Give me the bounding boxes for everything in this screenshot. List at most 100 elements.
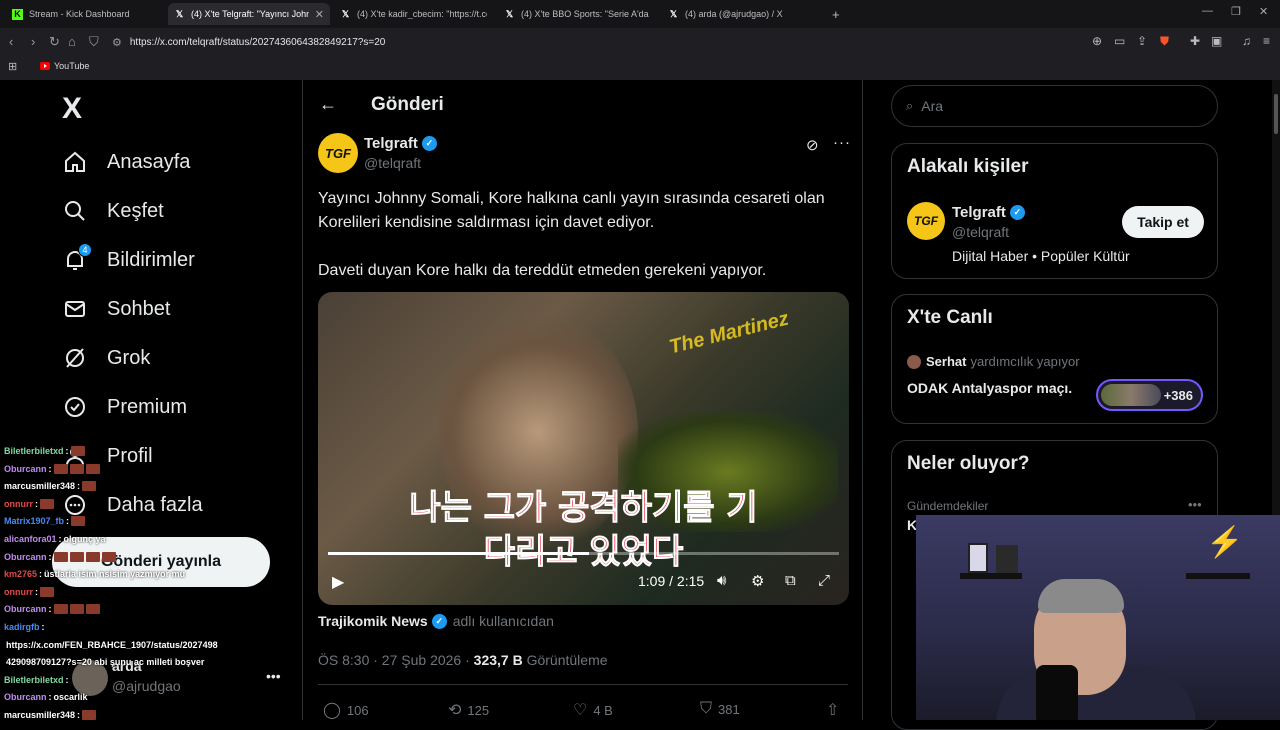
- media-icon[interactable]: ♫: [1242, 34, 1251, 48]
- pip-icon[interactable]: ⧉: [785, 572, 796, 589]
- chat-username[interactable]: km2765: [4, 569, 37, 579]
- sidebar-item-home[interactable]: Anasayfa: [62, 142, 190, 182]
- site-settings-icon[interactable]: ⚙: [112, 36, 122, 49]
- sidebar-toggle-icon[interactable]: ▣: [1211, 34, 1222, 48]
- grok-explain-icon[interactable]: ⊘: [806, 136, 819, 154]
- chat-emote-icon: [40, 499, 54, 509]
- chat-emote-icon: [82, 710, 97, 720]
- bookmark-youtube[interactable]: YouTube: [40, 61, 89, 71]
- bell-icon: 4: [62, 243, 92, 273]
- share-icon[interactable]: ⇪: [1137, 34, 1147, 48]
- chat-username[interactable]: Oburcann: [4, 604, 47, 614]
- author-avatar[interactable]: TGF: [318, 133, 358, 173]
- chat-username[interactable]: onnurr: [4, 499, 33, 509]
- related-name-row[interactable]: Telgraft ✓: [952, 204, 1025, 221]
- verified-badge-icon: ✓: [421, 136, 437, 151]
- tab-kick[interactable]: K Stream - Kick Dashboard: [6, 3, 166, 25]
- chat-username[interactable]: Oburcann: [4, 692, 47, 702]
- chat-username[interactable]: marcusmiller348: [4, 710, 75, 720]
- scrollbar-thumb[interactable]: [1274, 94, 1278, 134]
- apps-grid-icon[interactable]: ⊞: [8, 60, 17, 73]
- microphone: [1036, 665, 1078, 720]
- share-icon: ⇧: [826, 702, 840, 719]
- chat-username[interactable]: onnurr: [4, 587, 33, 597]
- reply-button[interactable]: ◯ 106: [323, 700, 369, 720]
- maximize-icon[interactable]: ❐: [1231, 5, 1241, 18]
- sidebar-item-notifications[interactable]: 4 Bildirimler: [62, 240, 195, 280]
- avatar[interactable]: TGF: [907, 202, 945, 240]
- live-card[interactable]: X'te Canlı Serhat yardımcılık yapıyor ODA…: [891, 294, 1218, 424]
- author-name-row[interactable]: Telgraft ✓: [364, 135, 437, 152]
- tab-arda[interactable]: 𝕏 (4) arda (@ajrudgao) / X: [662, 3, 822, 25]
- bookmark-button[interactable]: ⛉ 381: [700, 700, 740, 718]
- x-logo[interactable]: X: [62, 92, 82, 126]
- settings-icon[interactable]: ⚙: [751, 572, 764, 590]
- tab-bbo[interactable]: 𝕏 (4) X'te BBO Sports: "Serie A'da belki: [498, 3, 658, 25]
- search-input[interactable]: ⌕ Ara: [891, 85, 1218, 127]
- home-browser-icon[interactable]: ⌂: [68, 34, 76, 49]
- verified-icon: [62, 394, 88, 420]
- x-icon: 𝕏: [505, 8, 514, 19]
- video-progress-bar[interactable]: [328, 552, 839, 555]
- wall-frame: [968, 543, 988, 573]
- close-window-icon[interactable]: ✕: [1259, 5, 1268, 18]
- minimize-icon[interactable]: —: [1202, 5, 1213, 17]
- zoom-icon[interactable]: ⊕: [1092, 34, 1102, 48]
- close-tab-icon[interactable]: ✕: [309, 8, 324, 21]
- post-paragraph: Daveti duyan Kore halkı da tereddüt etme…: [318, 262, 767, 279]
- chat-message: onnurr:: [4, 587, 54, 597]
- chat-message: onnurr:: [4, 499, 54, 509]
- chat-username[interactable]: Matrix1907_fb: [4, 516, 64, 526]
- forward-icon[interactable]: ›: [31, 34, 35, 49]
- repost-button[interactable]: ⟲ 125: [448, 700, 489, 720]
- sidebar-item-premium[interactable]: Premium: [62, 387, 187, 427]
- sidebar-item-chat[interactable]: Sohbet: [62, 289, 170, 329]
- related-name: Telgraft: [952, 204, 1006, 221]
- tab-telgraft[interactable]: 𝕏 (4) X'te Telgraft: "Yayıncı Johnny ✕: [168, 3, 330, 25]
- back-icon[interactable]: ‹: [9, 34, 13, 49]
- chat-username[interactable]: Oburcann: [4, 464, 47, 474]
- reload-icon[interactable]: ↻: [49, 34, 60, 50]
- listener-avatars: [1101, 384, 1161, 406]
- share-button[interactable]: ⇧: [826, 700, 845, 720]
- video-sign-text: The Martinez: [667, 307, 791, 359]
- follow-button[interactable]: Takip et: [1122, 206, 1204, 238]
- brave-shield-icon[interactable]: ⛊: [1160, 34, 1169, 49]
- extensions-icon[interactable]: ✚: [1190, 34, 1200, 48]
- post-button[interactable]: Gönderi yayınla: [52, 537, 270, 587]
- menu-icon[interactable]: ≡: [1263, 34, 1270, 48]
- new-tab-button[interactable]: +: [826, 3, 846, 25]
- more-dots-icon[interactable]: ···: [833, 134, 851, 151]
- chat-username[interactable]: marcusmiller348: [4, 481, 75, 491]
- video-source[interactable]: Trajikomik News ✓ adlı kullanıcıdan: [318, 613, 554, 629]
- more-dots-icon[interactable]: •••: [266, 668, 281, 684]
- cast-icon[interactable]: ▭: [1114, 34, 1125, 48]
- back-arrow-icon[interactable]: ←: [319, 94, 337, 115]
- chat-username[interactable]: alicanfora01: [4, 534, 57, 544]
- fullscreen-icon[interactable]: ⤢: [818, 572, 830, 589]
- post-timestamp[interactable]: ÖS 8:30 · 27 Şub 2026 ·: [318, 652, 474, 668]
- bookmark-page-icon[interactable]: ⛉: [89, 34, 99, 50]
- chat-separator: :: [35, 587, 38, 597]
- heart-icon: ♡: [573, 702, 588, 719]
- live-listeners-pill[interactable]: +386: [1096, 379, 1203, 411]
- chat-text: oscarlik: [53, 692, 88, 702]
- video-player[interactable]: The Martinez 나는 그가 공격하기를 기 다리고 있었다 ▶ 1:0…: [318, 292, 849, 605]
- play-icon[interactable]: ▶: [332, 572, 344, 592]
- tab-kadir[interactable]: 𝕏 (4) X'te kadir_cbecim: "https://t.co/M: [334, 3, 494, 25]
- chat-separator: :: [65, 675, 69, 685]
- more-dots-icon[interactable]: •••: [1188, 497, 1202, 512]
- repost-count: 125: [467, 702, 490, 718]
- author-handle[interactable]: @telqraft: [364, 155, 421, 171]
- sidebar-item-explore[interactable]: Keşfet: [62, 191, 164, 231]
- chat-username[interactable]: Oburcann: [4, 552, 47, 562]
- like-button[interactable]: ♡ 4 B: [573, 700, 613, 720]
- chat-username[interactable]: kadirgfb: [4, 622, 40, 632]
- address-bar[interactable]: ⚙ https://x.com/telqraft/status/20274360…: [112, 33, 1178, 51]
- chat-username[interactable]: Biletlerbiletxd: [4, 675, 64, 685]
- host-name: Serhat: [926, 354, 967, 369]
- volume-icon[interactable]: 🔊︎: [717, 572, 726, 589]
- chat-username[interactable]: Biletlerbiletxd: [4, 446, 64, 456]
- chat-message: kadirgfb:: [4, 622, 45, 632]
- sidebar-item-grok[interactable]: Grok: [62, 338, 150, 378]
